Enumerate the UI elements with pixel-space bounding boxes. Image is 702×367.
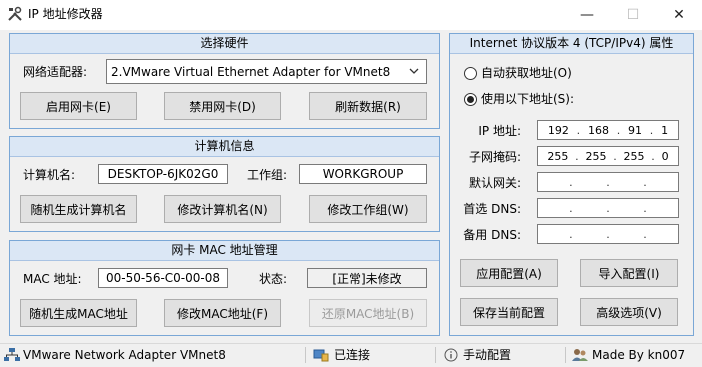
dns2-field[interactable]: . . . <box>537 224 679 244</box>
window-title: IP 地址修改器 <box>28 7 103 21</box>
disable-adapter-button[interactable]: 禁用网卡(D) <box>164 92 281 120</box>
gateway-label: 默认网关: <box>468 176 521 190</box>
gateway-field[interactable]: . . . <box>537 172 679 192</box>
restore-mac-button[interactable]: 还原MAC地址(B) <box>309 299 427 327</box>
mask-octet-1: 255 <box>547 149 569 163</box>
computer-panel: 计算机信息 计算机名: DESKTOP-6JK02G0 工作组: WORKGRO… <box>9 136 440 232</box>
refresh-button[interactable]: 刷新数据(R) <box>309 92 427 120</box>
minimize-button[interactable]: — <box>564 0 610 30</box>
adapter-select-value: 2.VMware Virtual Ethernet Adapter for VM… <box>111 64 391 79</box>
ip-address-label: IP 地址: <box>478 124 521 138</box>
manual-address-radio[interactable] <box>464 92 477 106</box>
hardware-panel-header: 选择硬件 <box>10 34 439 54</box>
adapter-select[interactable]: 2.VMware Virtual Ethernet Adapter for VM… <box>106 59 427 84</box>
computer-name-field[interactable]: DESKTOP-6JK02G0 <box>98 164 228 184</box>
close-button[interactable]: ✕ <box>656 0 702 30</box>
ip-octet-3: 91 <box>628 123 643 137</box>
dns1-field[interactable]: . . . <box>537 198 679 218</box>
ipv4-panel: Internet 协议版本 4 (TCP/IPv4) 属性 自动获取地址(O) … <box>449 33 694 336</box>
subnet-mask-label: 子网掩码: <box>468 150 521 164</box>
random-mac-button[interactable]: 随机生成MAC地址 <box>20 299 137 327</box>
ip-dot: . <box>569 175 573 189</box>
ip-octet-1: 192 <box>547 123 569 137</box>
ip-dot: . <box>569 227 573 241</box>
computer-panel-header: 计算机信息 <box>10 137 439 157</box>
dns1-label: 首选 DNS: <box>463 202 521 216</box>
mac-status-label: 状态: <box>259 272 288 286</box>
connected-icon <box>313 349 329 362</box>
manual-address-option[interactable]: 使用以下地址(S): <box>464 91 574 107</box>
apply-config-button[interactable]: 应用配置(A) <box>460 259 558 287</box>
mask-octet-2: 255 <box>585 149 607 163</box>
ip-dot: . <box>643 201 647 215</box>
computer-name-label: 计算机名: <box>23 168 76 182</box>
ip-dot: . <box>616 123 621 137</box>
status-separator <box>435 347 436 363</box>
ip-octet-2: 168 <box>587 123 609 137</box>
advanced-options-button[interactable]: 高级选项(V) <box>580 298 678 326</box>
ipv4-panel-header: Internet 协议版本 4 (TCP/IPv4) 属性 <box>450 34 693 54</box>
users-icon <box>572 349 588 361</box>
ip-dot: . <box>576 123 581 137</box>
ip-dot: . <box>613 149 617 163</box>
info-icon <box>444 348 458 362</box>
save-config-button[interactable]: 保存当前配置 <box>460 298 558 326</box>
manual-address-label: 使用以下地址(S): <box>481 92 575 106</box>
ip-address-field[interactable]: 192. 168. 91. 1 <box>537 120 679 140</box>
random-computer-name-button[interactable]: 随机生成计算机名 <box>20 195 137 223</box>
auto-address-radio[interactable] <box>464 66 477 80</box>
auto-address-option[interactable]: 自动获取地址(O) <box>464 65 572 81</box>
status-mode: 手动配置 <box>463 348 512 362</box>
mac-address-field[interactable]: 00-50-56-C0-00-08 <box>98 268 228 288</box>
network-icon <box>4 348 20 361</box>
ip-dot: . <box>643 175 647 189</box>
mac-status-value: [正常]未修改 <box>307 268 427 288</box>
change-computer-name-button[interactable]: 修改计算机名(N) <box>164 195 281 223</box>
change-mac-button[interactable]: 修改MAC地址(F) <box>164 299 281 327</box>
mac-panel: 网卡 MAC 地址管理 MAC 地址: 00-50-56-C0-00-08 状态… <box>9 240 440 336</box>
mac-address-label: MAC 地址: <box>23 272 82 286</box>
ip-dot: . <box>606 175 610 189</box>
hardware-panel: 选择硬件 网络适配器: 2.VMware Virtual Ethernet Ad… <box>9 33 440 129</box>
maximize-button[interactable]: ☐ <box>610 0 656 30</box>
mask-octet-3: 255 <box>623 149 645 163</box>
workgroup-field[interactable]: WORKGROUP <box>299 164 427 184</box>
ip-dot: . <box>606 201 610 215</box>
ip-dot: . <box>569 201 573 215</box>
ip-dot: . <box>649 123 654 137</box>
change-workgroup-button[interactable]: 修改工作组(W) <box>309 195 427 223</box>
mac-panel-header: 网卡 MAC 地址管理 <box>10 241 439 261</box>
import-config-button[interactable]: 导入配置(I) <box>580 259 678 287</box>
enable-adapter-button[interactable]: 启用网卡(E) <box>20 92 137 120</box>
ip-octet-4: 1 <box>661 123 669 137</box>
status-author: Made By kn007 <box>592 348 686 362</box>
ip-dot: . <box>643 227 647 241</box>
mask-octet-4: 0 <box>661 149 669 163</box>
adapter-label: 网络适配器: <box>23 65 88 79</box>
ip-dot: . <box>651 149 655 163</box>
title-bar: IP 地址修改器 — ☐ ✕ <box>0 0 702 30</box>
status-separator <box>565 347 566 363</box>
dns2-label: 备用 DNS: <box>463 228 521 242</box>
status-connection: 已连接 <box>334 348 371 362</box>
ip-dot: . <box>606 227 610 241</box>
auto-address-label: 自动获取地址(O) <box>481 66 572 80</box>
workgroup-label: 工作组: <box>247 168 288 182</box>
tools-icon <box>8 6 22 21</box>
status-separator <box>305 347 306 363</box>
chevron-down-icon <box>409 68 419 74</box>
subnet-mask-field[interactable]: 255. 255. 255. 0 <box>537 146 679 166</box>
status-adapter-name: VMware Network Adapter VMnet8 <box>23 348 226 362</box>
ip-dot: . <box>575 149 579 163</box>
